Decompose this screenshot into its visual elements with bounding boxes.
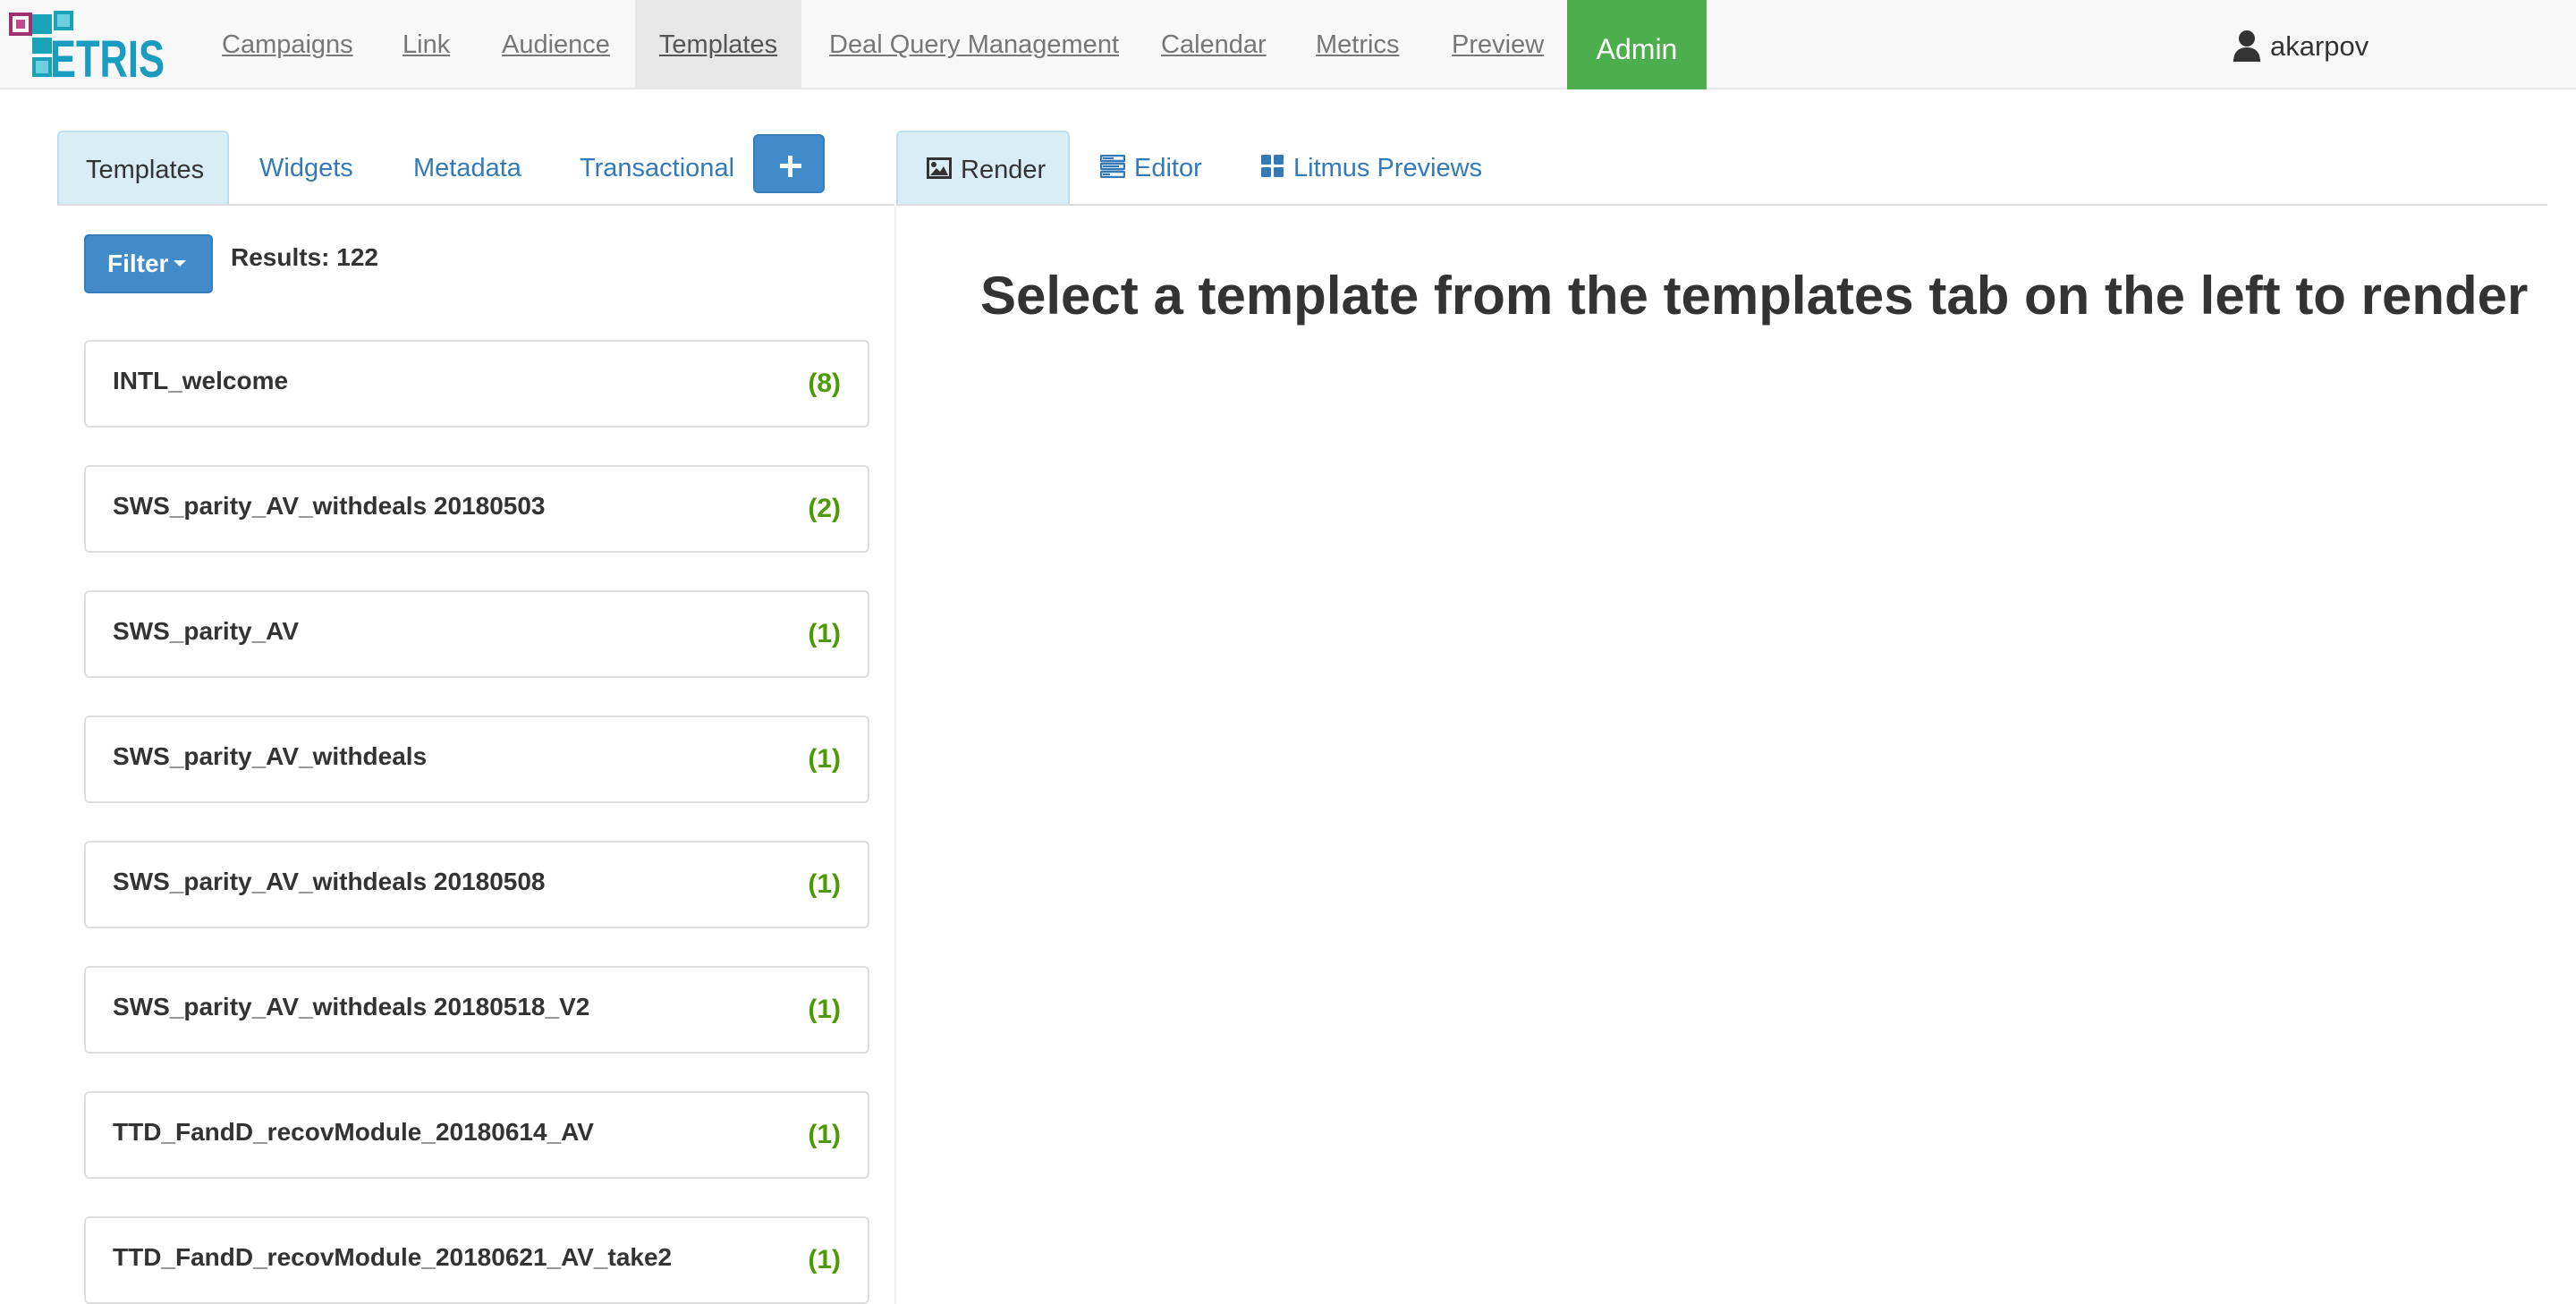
nav-templates[interactable]: Templates (635, 0, 801, 89)
tab-transactional[interactable]: Transactional (580, 131, 734, 206)
template-count: (8) (808, 368, 841, 398)
template-name: SWS_parity_AV_withdeals 20180508 (113, 868, 546, 895)
template-count: (1) (808, 1120, 841, 1149)
top-navbar: ETRIS Campaigns Link Audience Templates … (0, 0, 2576, 89)
template-name: SWS_parity_AV_withdeals 20180518_V2 (113, 993, 590, 1020)
template-name: TTD_FandD_recovModule_20180614_AV (113, 1118, 594, 1146)
template-card[interactable]: TTD_FandD_recovModule_20180614_AV (1) (84, 1091, 869, 1179)
tasks-icon (1100, 155, 1125, 179)
tab-render[interactable]: Render (896, 131, 1070, 206)
user-menu[interactable]: akarpov (2233, 0, 2368, 89)
render-placeholder-message: Select a template from the templates tab… (980, 266, 2529, 326)
template-card[interactable]: TTD_FandD_recovModule_20180621_AV_take2 … (84, 1216, 869, 1304)
nav-admin[interactable]: Admin (1567, 0, 1707, 89)
nav-link[interactable]: Link (402, 0, 450, 89)
tab-metadata[interactable]: Metadata (413, 131, 521, 206)
tab-editor-label: Editor (1134, 154, 1202, 182)
grid-icon (1261, 155, 1284, 178)
user-icon (2233, 30, 2260, 62)
template-count: (1) (808, 869, 841, 899)
nav-metrics[interactable]: Metrics (1316, 0, 1399, 89)
right-tabs-baseline (896, 204, 2547, 206)
template-card[interactable]: SWS_parity_AV (1) (84, 590, 869, 678)
tab-litmus-previews[interactable]: Litmus Previews (1261, 131, 1482, 206)
caret-down-icon (174, 260, 187, 267)
template-name: SWS_parity_AV (113, 617, 299, 645)
tab-litmus-label: Litmus Previews (1293, 154, 1483, 182)
template-name: TTD_FandD_recovModule_20180621_AV_take2 (113, 1243, 673, 1271)
add-template-button[interactable] (753, 134, 825, 193)
template-card[interactable]: SWS_parity_AV_withdeals (1) (84, 716, 869, 803)
nav-deal-query-management[interactable]: Deal Query Management (829, 0, 1119, 89)
nav-calendar[interactable]: Calendar (1161, 0, 1267, 89)
template-name: SWS_parity_AV_withdeals (113, 742, 428, 770)
template-count: (2) (808, 494, 841, 523)
nav-campaigns[interactable]: Campaigns (222, 0, 353, 89)
template-count: (1) (808, 619, 841, 648)
filter-label: Filter (107, 250, 169, 277)
template-card[interactable]: SWS_parity_AV_withdeals 20180508 (1) (84, 841, 869, 928)
app-logo[interactable]: ETRIS (7, 7, 168, 84)
template-count: (1) (808, 1245, 841, 1274)
template-count: (1) (808, 995, 841, 1024)
nav-audience[interactable]: Audience (502, 0, 610, 89)
template-card[interactable]: INTL_welcome (8) (84, 340, 869, 428)
panel-divider (894, 206, 896, 1304)
tab-editor[interactable]: Editor (1100, 131, 1202, 206)
image-icon (927, 157, 952, 180)
filter-button[interactable]: Filter (84, 234, 213, 293)
tab-widgets[interactable]: Widgets (259, 131, 353, 206)
logo-text: ETRIS (50, 30, 165, 84)
user-name: akarpov (2270, 30, 2369, 62)
left-tabs-baseline (57, 204, 894, 206)
template-count: (1) (808, 744, 841, 774)
template-name: SWS_parity_AV_withdeals 20180503 (113, 492, 546, 520)
template-card[interactable]: SWS_parity_AV_withdeals 20180503 (2) (84, 465, 869, 553)
template-name: INTL_welcome (113, 367, 289, 394)
tab-templates[interactable]: Templates (57, 131, 229, 206)
nav-preview[interactable]: Preview (1452, 0, 1544, 89)
tab-render-label: Render (961, 156, 1046, 184)
results-count: Results: 122 (231, 243, 378, 271)
template-card[interactable]: SWS_parity_AV_withdeals 20180518_V2 (1) (84, 966, 869, 1054)
